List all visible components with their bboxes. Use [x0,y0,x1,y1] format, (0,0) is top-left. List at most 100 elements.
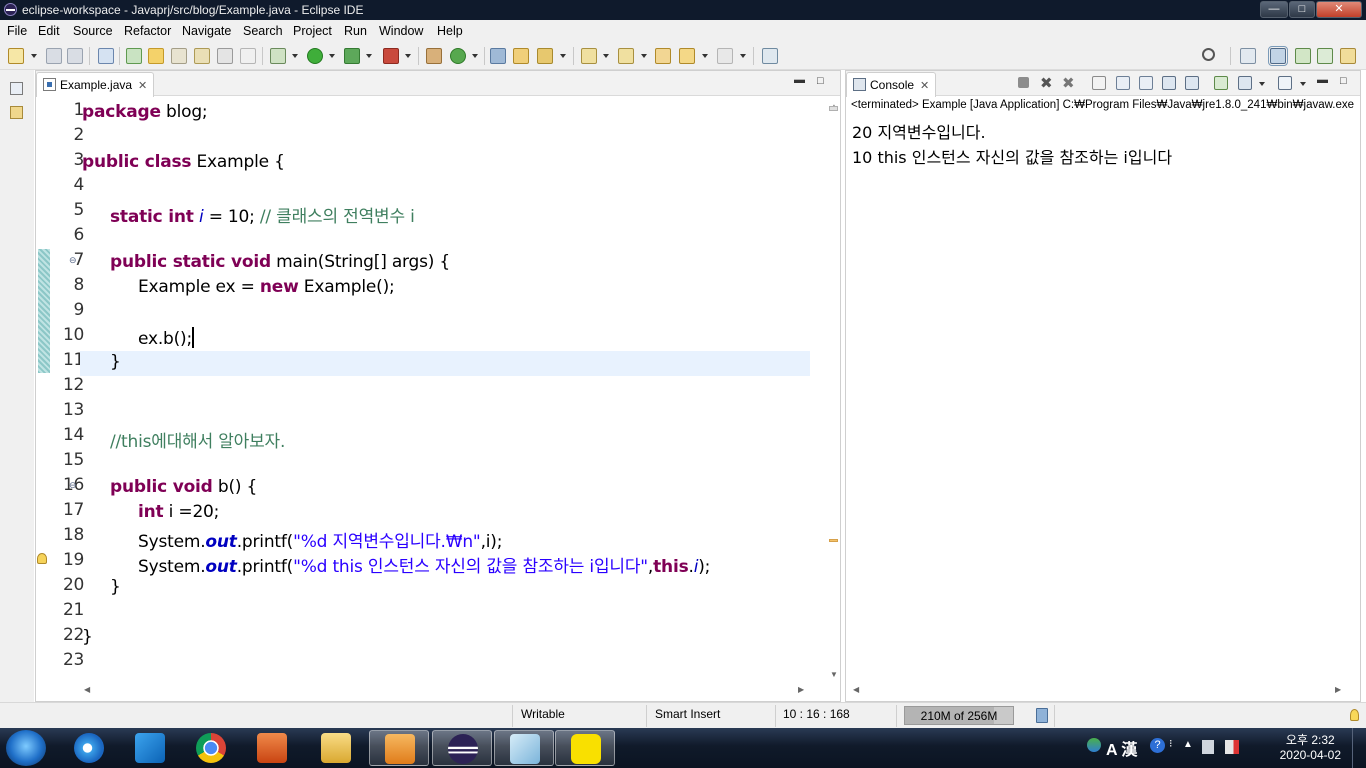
taskbar-eclipse[interactable] [432,730,492,766]
start-button[interactable] [6,730,46,766]
minimize-button[interactable]: — [1260,1,1288,18]
scroll-right-icon[interactable]: ▶ [1335,685,1341,694]
pin-editor-icon[interactable] [762,48,778,64]
show-desktop-button[interactable] [1352,728,1366,768]
editor-horizontal-scrollbar[interactable]: ◀ ▶ [80,683,810,697]
overview-mark[interactable] [829,106,838,111]
new-icon[interactable] [8,48,24,64]
new-java-class-icon[interactable] [450,48,466,64]
word-wrap-icon[interactable] [1139,76,1153,90]
coverage-dropdown-icon[interactable] [366,54,372,58]
network-icon[interactable] [1202,740,1214,754]
maximize-button[interactable]: □ [1289,1,1315,18]
debug-dropdown-icon[interactable] [292,54,298,58]
close-tab-icon[interactable]: ✕ [920,79,929,92]
toggle-mark-icon[interactable] [148,48,164,64]
taskbar-visual-studio-code[interactable] [120,730,180,766]
menu-edit[interactable]: Edit [38,24,60,38]
menu-source[interactable]: Source [73,24,113,38]
git-perspective-icon[interactable] [1317,48,1333,64]
back-dropdown-icon[interactable] [702,54,708,58]
next-annotation-icon[interactable] [581,48,597,64]
taskbar-kakaotalk[interactable] [555,730,615,766]
save-all-icon[interactable] [67,48,83,64]
run-icon[interactable] [307,48,323,64]
warning-lightbulb-icon[interactable] [37,553,47,564]
tab-example-java[interactable]: Example.java ✕ [36,72,155,97]
new-class-dropdown-icon[interactable] [472,54,478,58]
volume-muted-icon[interactable] [1225,740,1239,754]
open-type-icon[interactable] [126,48,142,64]
console-horizontal-scrollbar[interactable]: ◀ ▶ [849,683,1359,697]
show-hidden-icons-icon[interactable]: ▲ [1183,739,1193,750]
scroll-left-icon[interactable]: ◀ [84,685,90,694]
minimize-editor-icon[interactable]: ▬ [794,74,805,86]
tip-lightbulb-icon[interactable] [1350,709,1359,721]
show-console-output-icon[interactable] [1162,76,1176,90]
resource-perspective-icon[interactable] [1340,48,1356,64]
next-annotation-dropdown-icon[interactable] [603,54,609,58]
debug-icon[interactable] [270,48,286,64]
menu-search[interactable]: Search [243,24,283,38]
forward-dropdown-icon[interactable] [740,54,746,58]
toggle-block-icon[interactable] [171,48,187,64]
minimize-console-icon[interactable]: ▬ [1317,74,1328,86]
tab-console[interactable]: Console ✕ [846,72,937,97]
clear-console-icon[interactable] [1092,76,1106,90]
java-perspective-icon[interactable] [1268,46,1288,66]
remove-launch-icon[interactable]: ✖ [1040,74,1053,92]
package-explorer-icon[interactable] [10,106,23,119]
toggle-word-wrap-icon[interactable] [194,48,210,64]
open-task-icon[interactable] [490,48,506,64]
scroll-lock-icon[interactable] [1116,76,1130,90]
menu-run[interactable]: Run [344,24,367,38]
heap-status[interactable]: 210M of 256M [904,706,1014,725]
close-button[interactable]: ✕ [1316,1,1362,18]
run-dropdown-icon[interactable] [329,54,335,58]
remove-all-launches-icon[interactable]: ✖ [1062,74,1075,92]
back-icon[interactable] [679,48,695,64]
pin-console-icon[interactable] [1214,76,1228,90]
taskbar-media-player[interactable] [369,730,429,766]
previous-annotation-icon[interactable] [618,48,634,64]
warning-overview-mark[interactable] [829,539,838,542]
fold-collapse-icon[interactable]: ⊖ [69,255,77,266]
open-console-dropdown-icon[interactable] [1300,82,1306,86]
taskbar-internet-explorer[interactable] [59,730,119,766]
terminate-icon[interactable] [1018,77,1029,88]
coverage-icon[interactable] [344,48,360,64]
forward-icon[interactable] [717,48,733,64]
scroll-down-icon[interactable]: ▼ [830,670,838,679]
external-tools-dropdown-icon[interactable] [405,54,411,58]
close-tab-icon[interactable]: ✕ [138,79,147,92]
language-bar-icon[interactable] [1087,738,1101,752]
show-console-error-icon[interactable] [1185,76,1199,90]
search-dropdown-icon[interactable] [560,54,566,58]
fold-collapse-icon[interactable]: ⊖ [69,480,77,491]
search-toolbar-icon[interactable] [537,48,553,64]
new-dropdown-icon[interactable] [31,54,37,58]
ime-mode-indicator[interactable]: A 漢 [1106,736,1137,760]
maximize-console-icon[interactable]: □ [1340,75,1347,87]
external-tools-icon[interactable] [383,48,399,64]
code-editor-text[interactable]: package blog; public class Example { sta… [80,98,810,687]
help-icon[interactable]: ? [1150,738,1165,753]
menu-window[interactable]: Window [379,24,423,38]
scroll-right-icon[interactable]: ▶ [798,685,804,694]
open-folder-icon[interactable] [513,48,529,64]
debug-perspective-icon[interactable] [1295,48,1311,64]
taskbar-notepad[interactable] [494,730,554,766]
taskbar-file-explorer[interactable] [306,730,366,766]
last-edit-location-icon[interactable] [655,48,671,64]
show-whitespace-icon[interactable] [217,48,233,64]
new-java-package-icon[interactable] [426,48,442,64]
garbage-collect-icon[interactable] [1036,708,1048,723]
menu-project[interactable]: Project [293,24,332,38]
system-clock[interactable]: 오후 2:32 2020-04-02 [1280,733,1341,763]
skip-breakpoints-icon[interactable] [98,48,114,64]
menu-file[interactable]: File [7,24,27,38]
menu-refactor[interactable]: Refactor [124,24,171,38]
display-console-icon[interactable] [1238,76,1252,90]
save-icon[interactable] [46,48,62,64]
previous-annotation-dropdown-icon[interactable] [641,54,647,58]
